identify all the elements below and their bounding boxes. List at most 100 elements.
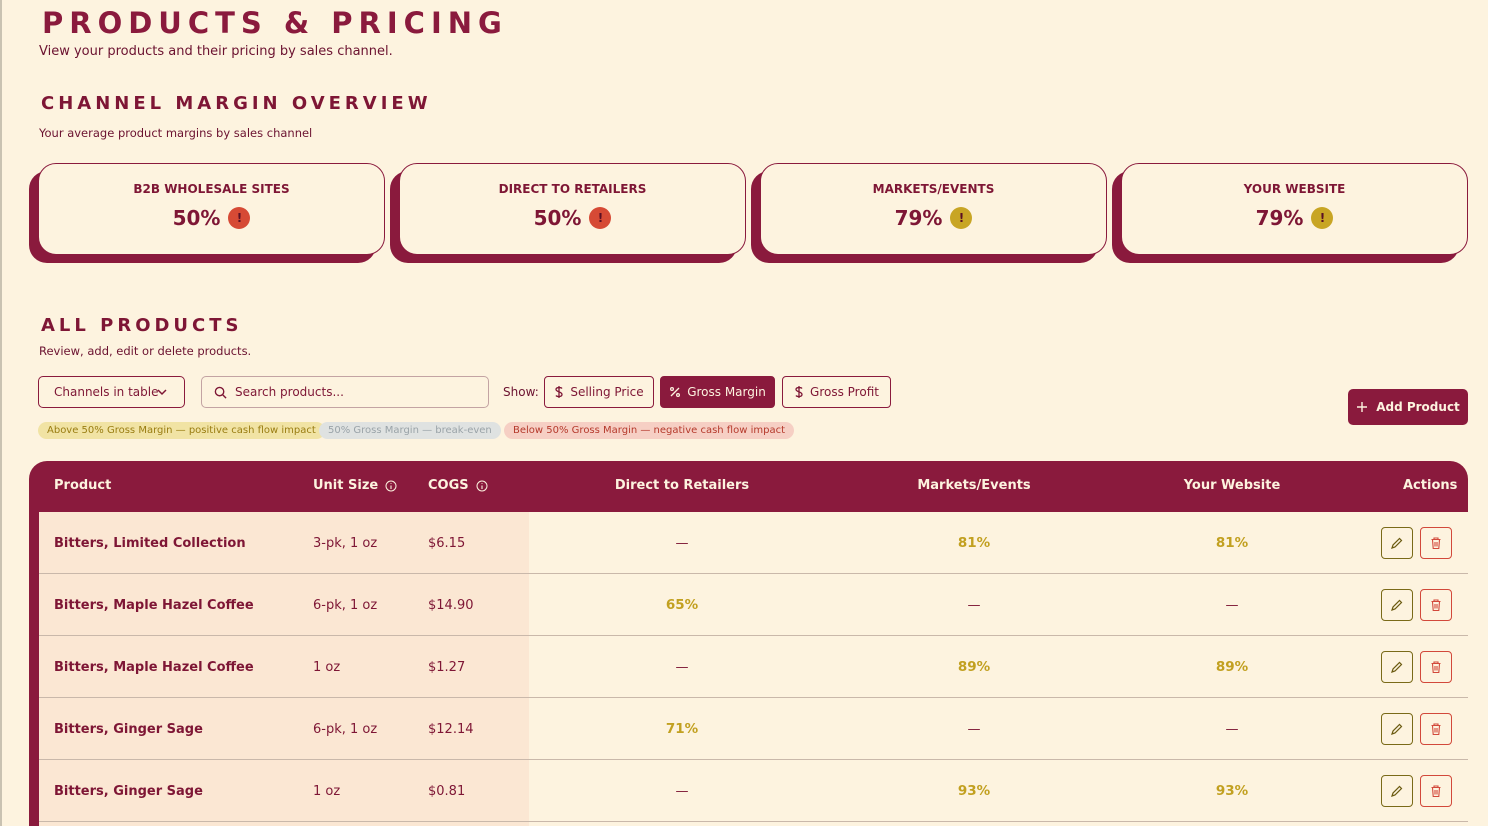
chevron-down-icon [157, 389, 167, 396]
selling-price-toggle[interactable]: Selling Price [544, 376, 654, 408]
table-row: Bitters, Maple Hazel Coffee 6-pk, 1 oz $… [39, 574, 1468, 636]
unit-size: 1 oz [313, 659, 341, 675]
percent-icon [670, 387, 681, 397]
pencil-icon [1391, 599, 1403, 611]
margin-card-markets: MARKETS/EVENTS 79% ! [751, 163, 1107, 263]
margin-card-direct: DIRECT TO RETAILERS 50% ! [390, 163, 746, 263]
dollar-icon [555, 386, 563, 398]
markets-value: — [967, 597, 981, 613]
legend-chip-break-even: 50% Gross Margin — break-even [319, 422, 501, 439]
trash-icon [1431, 723, 1441, 736]
products-subtitle: Review, add, edit or delete products. [39, 344, 252, 358]
add-product-button[interactable]: Add Product [1348, 389, 1468, 425]
info-icon[interactable] [385, 480, 397, 492]
channels-dropdown[interactable]: Channels in table [38, 376, 185, 408]
col-unit-size: Unit Size [313, 478, 397, 493]
website-value: — [1225, 721, 1239, 737]
edit-button[interactable] [1381, 651, 1413, 683]
col-product: Product [54, 478, 112, 493]
product-name: Bitters, Ginger Sage [54, 783, 203, 799]
website-value: 89% [1215, 659, 1249, 675]
left-border [0, 0, 2, 826]
products-table: Product Unit Size COGS Direct to Retaile… [29, 461, 1468, 826]
alert-icon: ! [950, 207, 973, 229]
table-row: Bitters, Maple Hazel Coffee 1 oz $1.27 —… [39, 636, 1468, 698]
toggle-label: Gross Margin [687, 385, 766, 399]
cogs: $1.27 [428, 659, 466, 675]
direct-value: — [675, 783, 689, 799]
cogs: $14.90 [428, 597, 474, 613]
cogs: $6.15 [428, 535, 466, 551]
table-body: Bitters, Limited Collection 3-pk, 1 oz $… [39, 512, 1468, 826]
markets-value: 93% [957, 783, 991, 799]
edit-button[interactable] [1381, 775, 1413, 807]
dollar-icon [795, 386, 803, 398]
markets-value: 81% [957, 535, 991, 551]
pencil-icon [1391, 661, 1403, 673]
direct-value: 71% [665, 721, 699, 737]
edit-button[interactable] [1381, 589, 1413, 621]
delete-button[interactable] [1420, 589, 1452, 621]
col-cogs: COGS [428, 478, 488, 493]
edit-button[interactable] [1381, 713, 1413, 745]
table-row: Bitters, Ginger Sage 6-pk, 1 oz $12.14 7… [39, 698, 1468, 760]
page-title: PRODUCTS & PRICING [42, 6, 508, 40]
channels-dropdown-label: Channels in table [54, 385, 159, 399]
card-label: YOUR WEBSITE [1243, 182, 1346, 196]
trash-icon [1431, 661, 1441, 674]
website-value: — [1225, 597, 1239, 613]
edit-button[interactable] [1381, 527, 1413, 559]
legend-chip-above: Above 50% Gross Margin — positive cash f… [38, 422, 325, 439]
trash-icon [1431, 599, 1441, 612]
card-label: MARKETS/EVENTS [872, 182, 995, 196]
plus-icon [1357, 402, 1368, 412]
card-value: 50% [172, 206, 221, 230]
direct-value: — [675, 659, 689, 675]
gross-margin-toggle[interactable]: Gross Margin [660, 376, 775, 408]
delete-button[interactable] [1420, 713, 1452, 745]
markets-value: — [967, 721, 981, 737]
table-row: Bitters, Limited Collection 3-pk, 1 oz $… [39, 512, 1468, 574]
toggle-label: Gross Profit [810, 385, 879, 399]
col-markets-events: Markets/Events [917, 478, 1031, 493]
legend-chip-below: Below 50% Gross Margin — negative cash f… [504, 422, 794, 439]
pencil-icon [1391, 537, 1403, 549]
toggle-label: Selling Price [570, 385, 644, 399]
page-subtitle: View your products and their pricing by … [39, 44, 393, 59]
card-value: 79% [894, 206, 943, 230]
col-your-website: Your Website [1183, 478, 1281, 493]
product-name: Bitters, Ginger Sage [54, 721, 203, 737]
margin-card-website: YOUR WEBSITE 79% ! [1112, 163, 1468, 263]
card-label: B2B WHOLESALE SITES [133, 182, 290, 196]
margin-card-b2b: B2B WHOLESALE SITES 50% ! [29, 163, 385, 263]
alert-icon: ! [589, 207, 612, 229]
trash-icon [1431, 785, 1441, 798]
product-name: Bitters, Maple Hazel Coffee [54, 597, 254, 613]
products-title: ALL PRODUCTS [41, 315, 243, 336]
alert-icon: ! [228, 207, 251, 229]
website-value: 81% [1215, 535, 1249, 551]
gross-profit-toggle[interactable]: Gross Profit [782, 376, 891, 408]
overview-subtitle: Your average product margins by sales ch… [39, 126, 313, 140]
unit-size: 6-pk, 1 oz [313, 597, 378, 613]
cogs: $0.81 [428, 783, 466, 799]
pencil-icon [1391, 785, 1403, 797]
alert-icon: ! [1311, 207, 1334, 229]
unit-size: 3-pk, 1 oz [313, 535, 378, 551]
col-direct-to-retailers: Direct to Retailers [614, 478, 750, 493]
search-input[interactable] [235, 385, 475, 399]
trash-icon [1431, 537, 1441, 550]
info-icon[interactable] [476, 480, 488, 492]
delete-button[interactable] [1420, 775, 1452, 807]
direct-value: 65% [665, 597, 699, 613]
table-row: Bitters, Ginger Sage 1 oz $0.81 — 93% 93… [39, 760, 1468, 822]
overview-title: CHANNEL MARGIN OVERVIEW [41, 93, 432, 114]
cogs: $12.14 [428, 721, 474, 737]
card-value: 50% [533, 206, 582, 230]
product-name: Bitters, Limited Collection [54, 535, 246, 551]
delete-button[interactable] [1420, 527, 1452, 559]
table-header: Product Unit Size COGS Direct to Retaile… [29, 461, 1468, 512]
direct-value: — [675, 535, 689, 551]
search-box [201, 376, 489, 408]
delete-button[interactable] [1420, 651, 1452, 683]
